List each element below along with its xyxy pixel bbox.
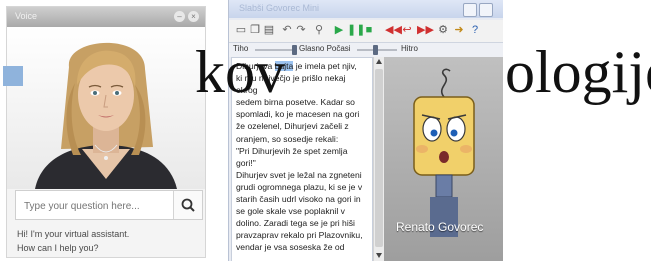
editor-line: spomladi, ko je macesen na gori	[236, 109, 360, 120]
editor-line: ki mu največjo je prišlo nekaj okrog	[236, 73, 346, 96]
avatar-stage	[7, 27, 205, 189]
agent-name: Renato Govorec	[396, 220, 484, 234]
settings-icon[interactable]: ⚙	[437, 23, 449, 37]
export-icon[interactable]: ➜	[453, 23, 465, 37]
forward-icon[interactable]: ▶▶	[417, 23, 434, 37]
speed-max-label: Hitro	[401, 44, 418, 53]
copy-icon[interactable]: ❐	[249, 23, 261, 37]
back-icon[interactable]: ↩	[401, 23, 413, 37]
minimize-icon[interactable]	[463, 3, 477, 17]
editor-line: že ozelenel, Dihurjevi začeli z	[236, 121, 349, 132]
undo-icon[interactable]: ↶	[281, 23, 293, 37]
question-input[interactable]	[22, 191, 176, 221]
paste-icon[interactable]: ▤	[263, 23, 275, 37]
redo-icon[interactable]: ↷	[295, 23, 307, 37]
volume-min-label: Tiho	[233, 44, 249, 53]
assistant-titlebar: Voice – ×	[7, 7, 205, 27]
assistant-greeting: Hi! I'm your virtual assistant. How can …	[17, 227, 129, 255]
editor-line: starih časih udrl visoko na gori in	[236, 194, 361, 205]
pin-icon[interactable]: ⚲	[313, 23, 325, 37]
scroll-up-icon[interactable]	[376, 59, 382, 64]
rewind-icon[interactable]: ◀◀	[385, 23, 402, 37]
text-editor[interactable]: Dihurjeva bajta je imela pet njiv, ki mu …	[231, 57, 373, 261]
greeting-line-2: How can I help you?	[17, 243, 99, 253]
speech-player-window: Slabši Govorec Mini ▭ ❐ ▤ ↶ ↷ ⚲ ▶ ❚❚ ■ ◀…	[228, 0, 503, 261]
open-file-icon[interactable]: ▭	[235, 23, 247, 37]
agent-pane: Renato Govorec	[384, 57, 503, 261]
editor-line: Dihurjeva bajta je imela pet njiv,	[236, 61, 357, 71]
editor-line: grudi ogromnega plazu, ki se je v	[236, 181, 363, 192]
greeting-line-1: Hi! I'm your virtual assistant.	[17, 229, 130, 239]
question-box	[15, 190, 203, 221]
search-icon	[181, 198, 195, 212]
highlighted-word: bajta	[274, 61, 294, 71]
close-icon[interactable]: ×	[188, 11, 199, 22]
editor-line: gori!"	[236, 157, 256, 168]
editor-line: vendar je vsa soseska že od	[236, 242, 345, 253]
virtual-assistant-widget: Voice – × Type your question here... Hi!…	[6, 6, 206, 258]
search-button[interactable]	[173, 191, 202, 219]
assistant-title: Voice	[15, 11, 38, 21]
editor-line: Dihurjev svet je ležal na zgneteni	[236, 169, 362, 180]
assistant-avatar	[35, 42, 177, 189]
scroll-down-icon[interactable]	[376, 253, 382, 258]
speed-slider-thumb[interactable]	[373, 45, 378, 55]
stop-icon[interactable]: ■	[363, 23, 375, 37]
editor-text: Dihurjeva bajta je imela pet njiv, ki mu …	[232, 58, 372, 256]
editor-line: oranjem, so sosedje rekali:	[236, 133, 339, 144]
player-title: Slabši Govorec Mini	[239, 3, 320, 13]
play-icon[interactable]: ▶	[333, 23, 345, 37]
pause-icon[interactable]: ❚❚	[347, 23, 365, 37]
info-icon[interactable]: ?	[469, 23, 481, 37]
editor-line: "Pri Dihurjevih že spet zemlja	[236, 145, 348, 156]
editor-line: pravzaprav rekalo pri Plazovniku,	[236, 230, 363, 241]
editor-line: sedem birna posetve. Kadar so	[236, 97, 355, 108]
scroll-thumb[interactable]	[375, 69, 383, 247]
heading-word-2: ologije	[505, 39, 651, 105]
editor-line: se gole skale vse poplaknil v	[236, 206, 345, 217]
minimize-icon[interactable]: –	[174, 11, 185, 22]
editor-line: dolino. Zaradi tega se je pri hiši	[236, 218, 355, 229]
player-toolbar: ▭ ❐ ▤ ↶ ↷ ⚲ ▶ ❚❚ ■ ◀◀ ↩ ▶▶ ⚙ ➜ ?	[229, 20, 503, 43]
editor-scrollbar[interactable]	[373, 57, 384, 261]
volume-slider-thumb[interactable]	[292, 45, 297, 55]
player-titlebar: Slabši Govorec Mini	[229, 0, 503, 18]
maximize-icon[interactable]	[479, 3, 493, 17]
volume-slider-track[interactable]	[255, 49, 293, 51]
speech-sliders: Tiho Glasno Počasi Hitro	[229, 43, 503, 57]
volume-speed-label: Glasno Počasi	[299, 44, 351, 53]
